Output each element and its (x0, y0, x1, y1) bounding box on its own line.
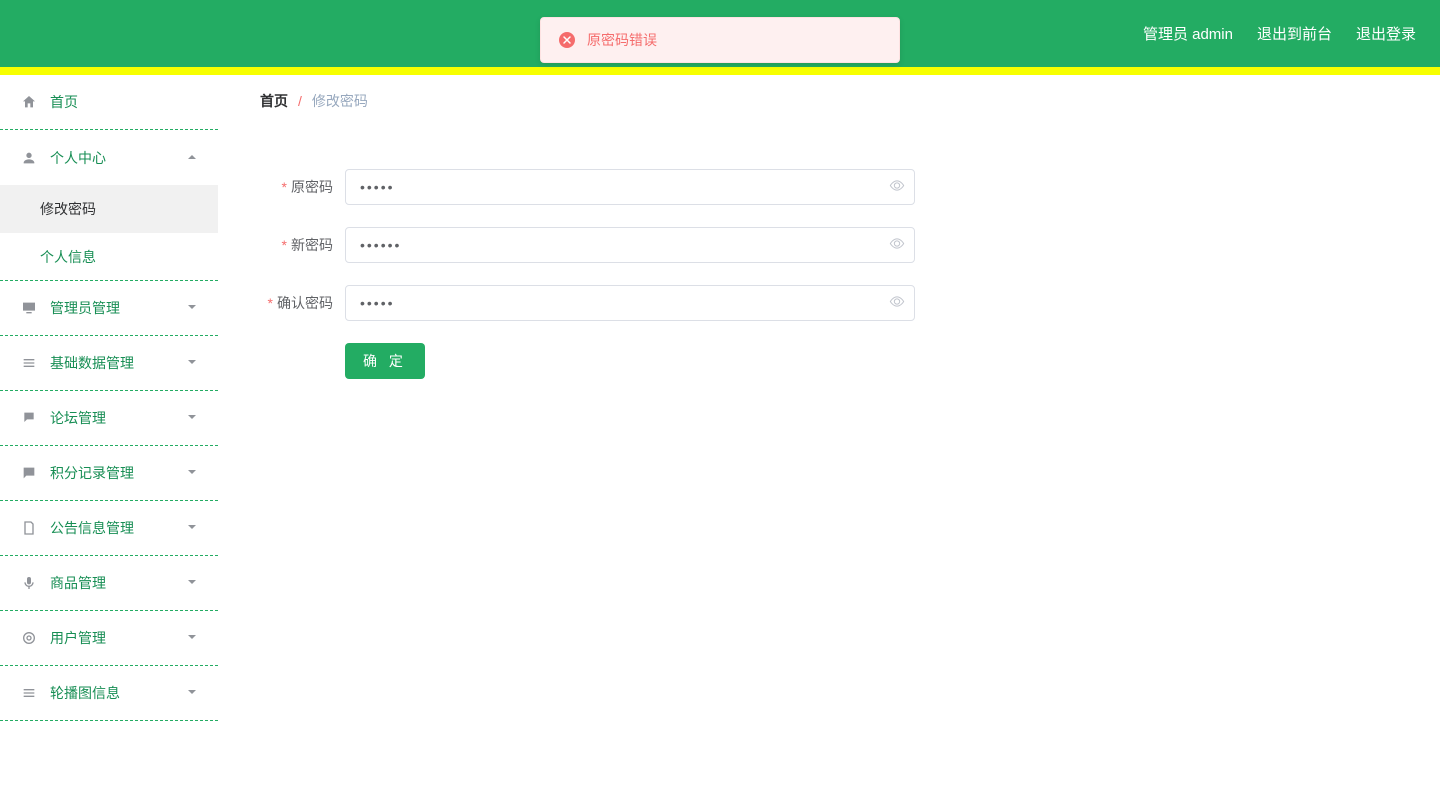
error-alert: 原密码错误 (540, 17, 900, 63)
new-password-input[interactable] (345, 227, 915, 263)
change-password-form: *原密码 *新密码 *确认密码 (240, 149, 1418, 399)
breadcrumb-separator: / (298, 93, 302, 109)
home-icon (20, 94, 38, 110)
list-icon (20, 355, 38, 371)
sidebar-item-points[interactable]: 积分记录管理 (0, 446, 218, 501)
sidebar-item-user-mgmt[interactable]: 用户管理 (0, 611, 218, 666)
header-logout-front[interactable]: 退出到前台 (1257, 23, 1332, 44)
sidebar-item-label: 首页 (50, 92, 78, 112)
eye-icon[interactable] (889, 178, 905, 197)
sidebar-item-personal[interactable]: 个人中心 (0, 130, 218, 185)
sidebar-item-goods[interactable]: 商品管理 (0, 556, 218, 611)
chevron-up-icon (186, 150, 198, 166)
old-password-label: *原密码 (260, 177, 345, 197)
new-password-label: *新密码 (260, 235, 345, 255)
gear-icon (20, 630, 38, 646)
error-icon (559, 32, 575, 48)
sidebar-item-label: 公告信息管理 (50, 518, 134, 538)
sidebar-item-label: 论坛管理 (50, 408, 106, 428)
sidebar-item-label: 管理员管理 (50, 298, 120, 318)
chat-icon (20, 465, 38, 481)
document-icon (20, 520, 38, 536)
chevron-down-icon (186, 300, 198, 316)
sidebar: 首页 个人中心 修改密码 个人信息 管理员管理 基础数据管理 论坛管理 (0, 75, 218, 785)
chevron-down-icon (186, 465, 198, 481)
eye-icon[interactable] (889, 294, 905, 313)
chevron-down-icon (186, 355, 198, 371)
sidebar-item-label: 修改密码 (40, 199, 96, 219)
alert-text: 原密码错误 (587, 30, 657, 50)
breadcrumb-home[interactable]: 首页 (260, 91, 288, 111)
confirm-password-label: *确认密码 (260, 293, 345, 313)
mic-icon (20, 575, 38, 591)
sidebar-subitem-profile[interactable]: 个人信息 (0, 233, 218, 281)
main-content: 首页 / 修改密码 *原密码 *新密码 *确认密码 (218, 75, 1440, 785)
sidebar-item-label: 个人中心 (50, 148, 106, 168)
chevron-down-icon (186, 685, 198, 701)
sidebar-item-admin-mgmt[interactable]: 管理员管理 (0, 281, 218, 336)
sidebar-subitem-change-password[interactable]: 修改密码 (0, 185, 218, 233)
eye-icon[interactable] (889, 236, 905, 255)
chevron-down-icon (186, 410, 198, 426)
sidebar-item-base-data[interactable]: 基础数据管理 (0, 336, 218, 391)
monitor-icon (20, 300, 38, 316)
old-password-input[interactable] (345, 169, 915, 205)
top-header: 原密码错误 管理员 admin 退出到前台 退出登录 (0, 0, 1440, 67)
header-logout[interactable]: 退出登录 (1356, 23, 1416, 44)
sidebar-item-carousel[interactable]: 轮播图信息 (0, 666, 218, 721)
sidebar-item-label: 基础数据管理 (50, 353, 134, 373)
chevron-down-icon (186, 520, 198, 536)
sidebar-item-label: 轮播图信息 (50, 683, 120, 703)
sidebar-item-home[interactable]: 首页 (0, 75, 218, 130)
header-user-label[interactable]: 管理员 admin (1143, 23, 1233, 44)
chevron-down-icon (186, 575, 198, 591)
accent-strip (0, 67, 1440, 75)
forum-icon (20, 410, 38, 426)
confirm-password-input[interactable] (345, 285, 915, 321)
sidebar-item-label: 商品管理 (50, 573, 106, 593)
sidebar-item-label: 积分记录管理 (50, 463, 134, 483)
user-icon (20, 150, 38, 166)
breadcrumb-current: 修改密码 (312, 91, 368, 111)
sidebar-item-notice[interactable]: 公告信息管理 (0, 501, 218, 556)
sidebar-item-label: 用户管理 (50, 628, 106, 648)
sidebar-item-forum[interactable]: 论坛管理 (0, 391, 218, 446)
breadcrumb: 首页 / 修改密码 (240, 75, 1418, 127)
submit-button[interactable]: 确 定 (345, 343, 425, 379)
chevron-down-icon (186, 630, 198, 646)
sliders-icon (20, 685, 38, 701)
sidebar-item-label: 个人信息 (40, 247, 96, 267)
